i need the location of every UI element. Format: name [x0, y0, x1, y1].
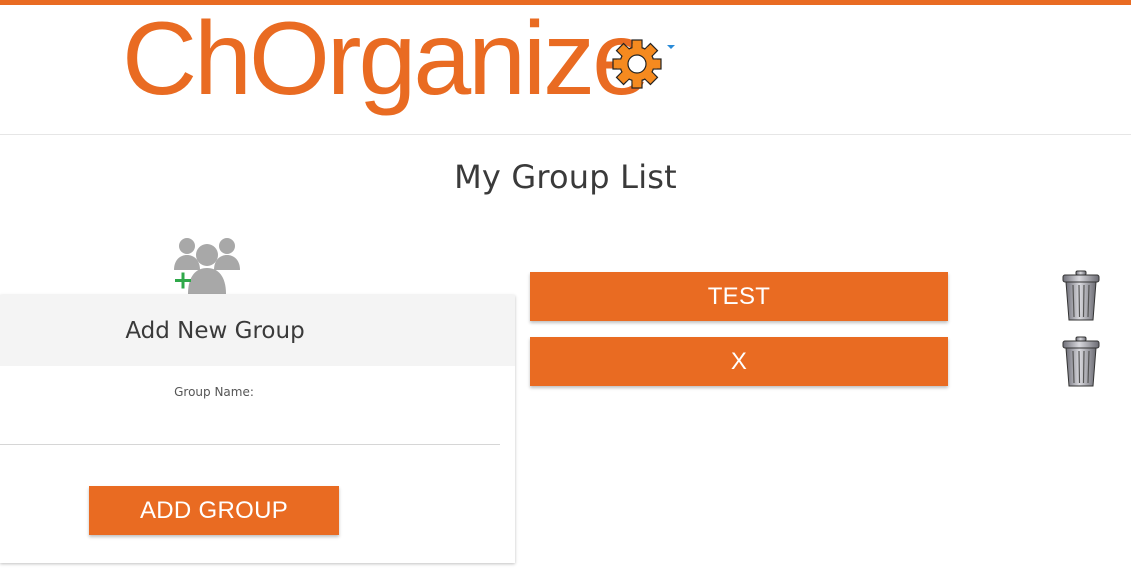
page-title: My Group List: [454, 158, 677, 196]
app-logo[interactable]: ChOrganize: [122, 7, 650, 111]
add-group-icon[interactable]: [172, 232, 242, 296]
add-group-panel: Add New Group Group Name: ADD GROUP: [0, 295, 515, 563]
chevron-down-icon[interactable]: [667, 45, 675, 49]
panel-header: Add New Group: [0, 295, 515, 366]
add-group-button[interactable]: ADD GROUP: [89, 486, 339, 535]
group-name-input[interactable]: [0, 405, 500, 445]
app-header: ChOrganize: [0, 5, 1131, 135]
trash-icon[interactable]: [1060, 270, 1102, 322]
gear-icon[interactable]: [612, 39, 662, 89]
group-name-label: Group Name:: [174, 385, 254, 399]
settings-menu[interactable]: [612, 39, 676, 95]
group-button-test[interactable]: TEST: [530, 272, 948, 321]
panel-title: Add New Group: [125, 318, 305, 344]
trash-icon[interactable]: [1060, 336, 1102, 388]
group-button-x[interactable]: X: [530, 337, 948, 386]
